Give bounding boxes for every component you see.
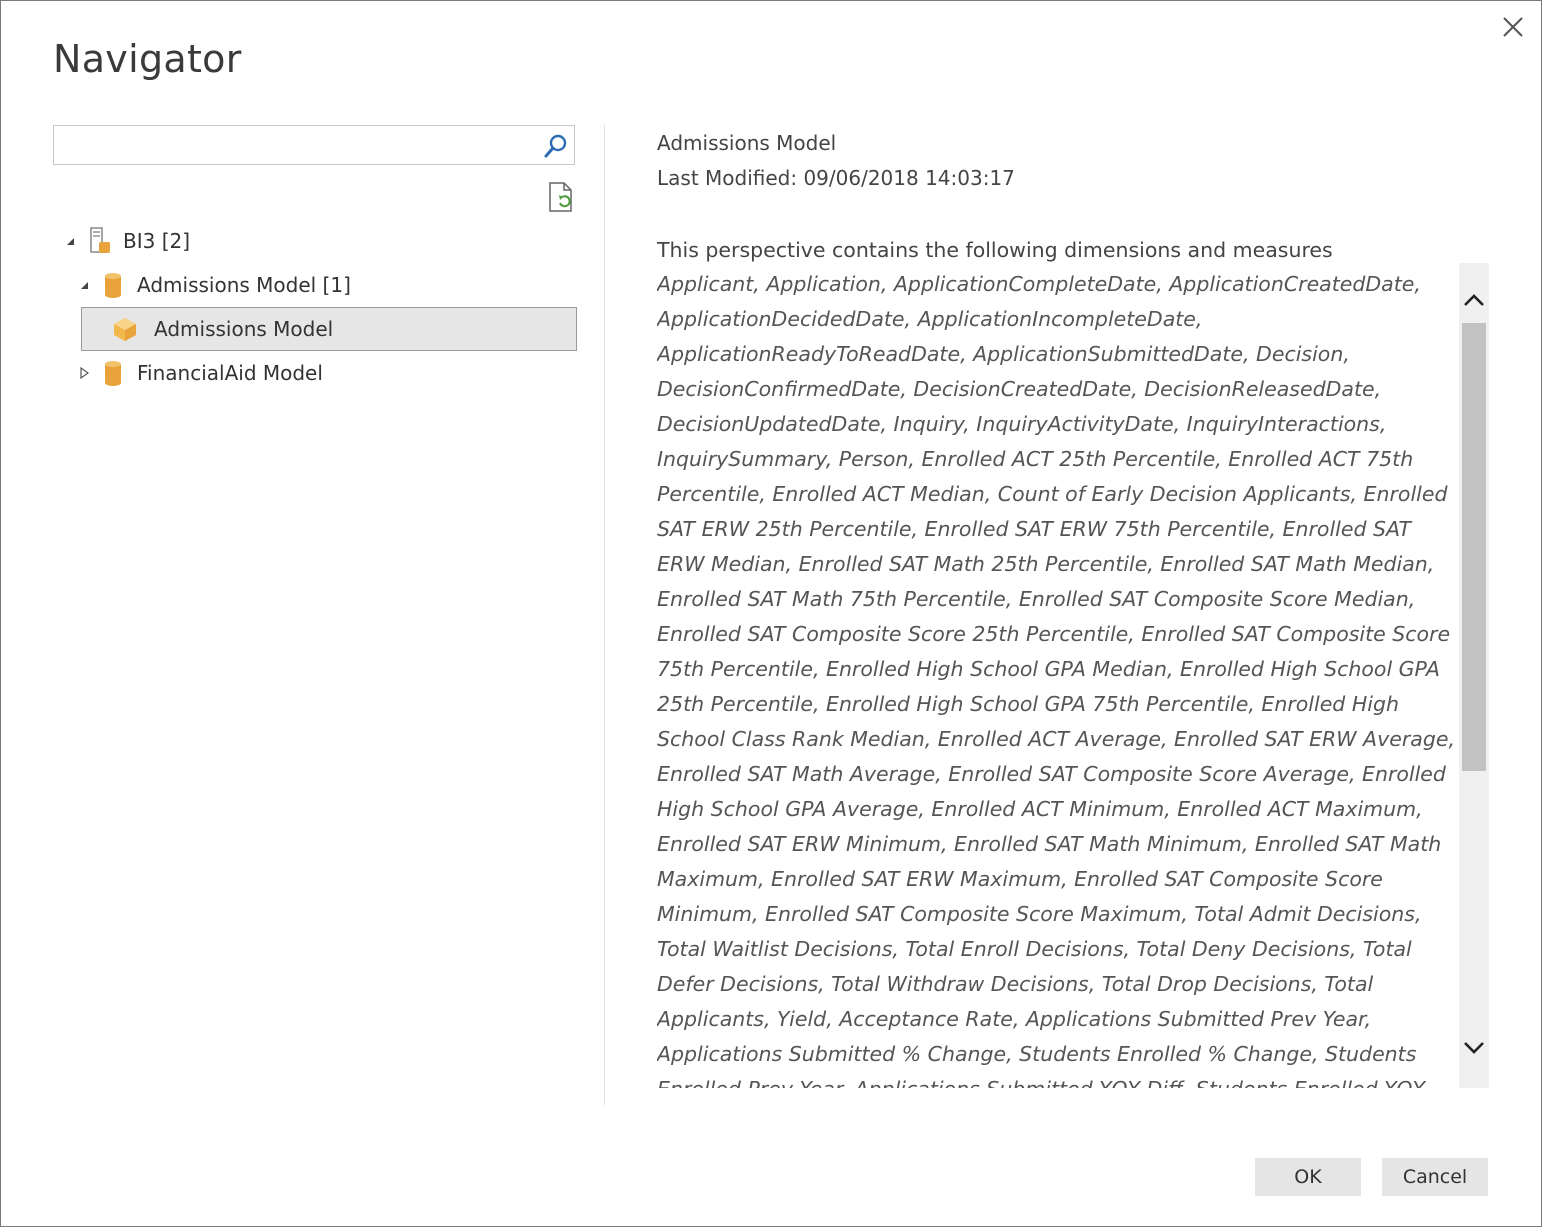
tree-item-admissions-model-db[interactable]: Admissions Model [1] [77, 265, 351, 305]
navigator-dialog: Navigator BI3 [2] Admissions Model [1] A… [0, 0, 1542, 1227]
collapse-triangle-icon[interactable] [77, 366, 91, 380]
tree-item-label: Admissions Model [154, 317, 334, 341]
expand-triangle-icon[interactable] [77, 278, 91, 292]
expand-triangle-icon[interactable] [63, 234, 77, 248]
scroll-down-icon[interactable] [1459, 1031, 1489, 1065]
database-icon [103, 360, 123, 386]
refresh-icon[interactable] [546, 181, 576, 213]
search-box [53, 125, 575, 165]
dialog-title: Navigator [53, 37, 242, 81]
preview-description: This perspective contains the following … [657, 233, 1457, 1088]
preview-model-name: Admissions Model [657, 131, 837, 155]
vertical-scrollbar[interactable] [1459, 263, 1489, 1088]
cancel-button[interactable]: Cancel [1382, 1158, 1488, 1196]
preview-last-modified: Last Modified: 09/06/2018 14:03:17 [657, 166, 1015, 190]
scrollbar-thumb[interactable] [1462, 323, 1486, 771]
scroll-up-icon[interactable] [1459, 283, 1489, 317]
tree-item-bi3[interactable]: BI3 [2] [63, 221, 190, 261]
tree-item-admissions-model-cube[interactable]: Admissions Model [81, 307, 577, 351]
pane-divider[interactable] [604, 125, 605, 1105]
ok-button[interactable]: OK [1255, 1158, 1361, 1196]
search-icon[interactable] [541, 131, 571, 161]
description-body: Applicant, Application, ApplicationCompl… [657, 272, 1455, 1088]
server-icon [89, 227, 111, 255]
cube-icon [112, 316, 138, 342]
close-icon[interactable] [1499, 13, 1527, 41]
tree-item-label: FinancialAid Model [137, 361, 323, 385]
tree-item-label: BI3 [2] [123, 229, 191, 253]
tree-item-financialaid-model-db[interactable]: FinancialAid Model [77, 353, 323, 393]
database-icon [103, 272, 123, 298]
description-heading: This perspective contains the following … [657, 238, 1333, 262]
search-input[interactable] [60, 132, 534, 160]
tree-item-label: Admissions Model [1] [137, 273, 351, 297]
